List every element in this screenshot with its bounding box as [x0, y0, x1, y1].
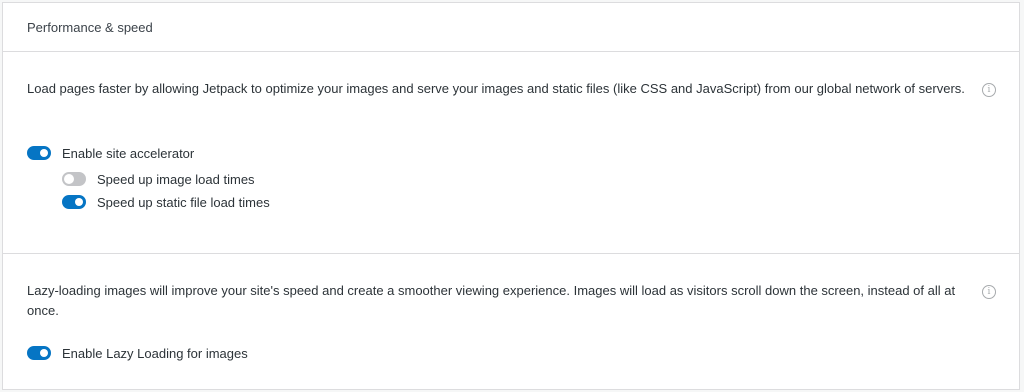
enable-lazy-loading-label[interactable]: Enable Lazy Loading for images [62, 346, 248, 361]
info-icon[interactable]: i [982, 83, 996, 97]
speed-up-static-files-row[interactable]: Speed up static file load times [62, 193, 270, 211]
speed-up-images-row[interactable]: Speed up image load times [62, 170, 255, 188]
site-accelerator-description: Load pages faster by allowing Jetpack to… [27, 81, 965, 96]
toggle-knob [40, 349, 48, 357]
lazy-loading-card: Lazy-loading images will improve your si… [2, 253, 1020, 390]
section-header: Performance & speed [2, 2, 1020, 52]
speed-up-static-files-label[interactable]: Speed up static file load times [97, 195, 270, 210]
speed-up-images-toggle[interactable] [62, 172, 86, 186]
enable-lazy-loading-row[interactable]: Enable Lazy Loading for images [27, 344, 248, 362]
enable-lazy-loading-toggle[interactable] [27, 346, 51, 360]
toggle-knob [64, 174, 74, 184]
site-accelerator-card: Load pages faster by allowing Jetpack to… [2, 51, 1020, 254]
info-icon[interactable]: i [982, 285, 996, 299]
lazy-loading-description: Lazy-loading images will improve your si… [27, 283, 956, 318]
enable-site-accelerator-row[interactable]: Enable site accelerator [27, 144, 194, 162]
settings-page: Performance & speed Load pages faster by… [0, 0, 1024, 392]
enable-site-accelerator-toggle[interactable] [27, 146, 51, 160]
speed-up-images-label[interactable]: Speed up image load times [97, 172, 255, 187]
enable-site-accelerator-label[interactable]: Enable site accelerator [62, 146, 194, 161]
toggle-knob [40, 149, 48, 157]
speed-up-static-files-toggle[interactable] [62, 195, 86, 209]
toggle-knob [75, 198, 83, 206]
section-title: Performance & speed [27, 20, 153, 35]
